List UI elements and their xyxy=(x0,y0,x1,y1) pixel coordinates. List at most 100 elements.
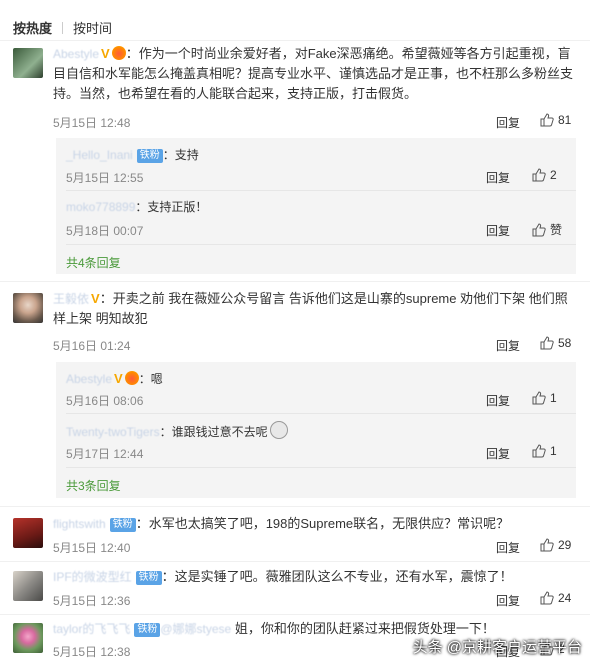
avatar[interactable] xyxy=(13,571,43,601)
avatar[interactable] xyxy=(13,293,43,323)
reply-time: 5月18日 00:07 xyxy=(66,224,144,238)
thumbs-up-icon xyxy=(532,391,546,405)
comment-4: IPF的微波型红 铁粉 ：这是实锤了吧。薇雅团队这么不专业，还有水军，震惊了！ xyxy=(53,567,573,587)
fan-badge: 铁粉 xyxy=(109,518,136,532)
verified-v-icon: V xyxy=(101,46,110,61)
reply-item: Twenty-twoTigers：谁跟钱过意不去呢 xyxy=(66,421,288,440)
thumbs-up-icon xyxy=(540,591,554,605)
reply-time: 5月17日 12:44 xyxy=(66,447,144,461)
like-button[interactable]: 58 xyxy=(540,336,571,350)
like-button[interactable]: 2 xyxy=(532,168,557,182)
reply-item: moko778899：支持正版！ xyxy=(66,198,207,215)
like-count: 1 xyxy=(550,444,557,458)
reply-button[interactable]: 回复 xyxy=(496,592,520,609)
like-count: 24 xyxy=(558,591,572,605)
comment-text: 姐，你和你的团队赶紧过来把假货处理一下！ xyxy=(231,621,495,636)
sort-by-time-tab[interactable]: 按时间 xyxy=(73,21,112,36)
like-button[interactable]: 29 xyxy=(540,538,571,552)
comment-text: ：作为一个时尚业余爱好者，对Fake深恶痛绝。希望薇娅等各方引起重视，盲目自信和… xyxy=(53,46,574,101)
mention-link[interactable]: @娜娜styese xyxy=(160,622,231,636)
scared-face-emoji-icon xyxy=(269,421,288,439)
like-count: 58 xyxy=(558,336,572,350)
comment-2: 王毅依 V：开卖之前 我在薇娅公众号留言 告诉他们这是山寨的supreme 劝他们… xyxy=(53,289,573,329)
comment-3: flightswith 铁粉 ：水军也太搞笑了吧，198的Supreme联名，无限供… xyxy=(53,514,573,534)
reply-item: _Hello_Inani 铁粉 ：支持 xyxy=(66,146,199,163)
comment-text: ：水军也太搞笑了吧，198的Supreme联名，无限供应？常识呢？ xyxy=(135,516,510,531)
sort-separator xyxy=(62,22,64,34)
like-button[interactable]: 1 xyxy=(532,444,557,458)
reply-text: ：谁跟钱过意不去呢 xyxy=(159,425,268,439)
reply-thread: _Hello_Inani 铁粉 ：支持 5月15日 12:55 回复 2 moko7… xyxy=(56,138,576,274)
verified-v-icon: V xyxy=(91,291,100,306)
thumbs-up-icon xyxy=(540,538,554,552)
comment-time: 5月15日 12:36 xyxy=(53,594,131,608)
header-divider xyxy=(0,40,590,41)
verified-v-icon: V xyxy=(114,371,123,386)
like-count: 2 xyxy=(550,168,557,182)
more-replies-link[interactable]: 共4条回复 xyxy=(66,254,121,271)
reply-button[interactable]: 回复 xyxy=(496,337,520,354)
like-count: 1 xyxy=(550,391,557,405)
username[interactable]: Abestyle xyxy=(53,47,99,61)
reply-time: 5月16日 08:06 xyxy=(66,394,144,408)
username[interactable]: IPF的微波型红 xyxy=(53,570,132,584)
reply-button[interactable]: 回复 xyxy=(486,392,510,409)
comment-divider xyxy=(0,281,590,282)
reply-divider xyxy=(66,244,576,245)
reply-divider xyxy=(66,467,576,468)
reply-time: 5月15日 12:55 xyxy=(66,171,144,185)
avatar[interactable] xyxy=(13,48,43,78)
like-button[interactable]: 赞 xyxy=(532,221,562,238)
crown-icon xyxy=(124,371,139,385)
comment-divider xyxy=(0,561,590,562)
reply-item: Abestyle V ：嗯 xyxy=(66,370,163,387)
like-count: 29 xyxy=(558,538,572,552)
username[interactable]: 王毅依 xyxy=(53,292,89,306)
username[interactable]: moko778899 xyxy=(66,200,135,214)
comment-time: 5月15日 12:38 xyxy=(53,645,131,659)
username[interactable]: Twenty-twoTigers xyxy=(66,425,160,439)
sort-by-hot-tab[interactable]: 按热度 xyxy=(13,21,52,36)
comment-time: 5月15日 12:48 xyxy=(53,116,131,130)
more-replies-link[interactable]: 共3条回复 xyxy=(66,477,121,494)
reply-button[interactable]: 回复 xyxy=(496,114,520,131)
watermark: 头条 @京耕客户运营平台 xyxy=(412,639,582,656)
thumbs-up-icon xyxy=(532,168,546,182)
like-count: 赞 xyxy=(550,223,563,237)
comment-1: Abestyle V ：作为一个时尚业余爱好者，对Fake深恶痛绝。希望薇娅等各方引… xyxy=(53,44,573,104)
fan-badge: 铁粉 xyxy=(134,623,161,637)
reply-divider xyxy=(66,413,576,414)
thumbs-up-icon xyxy=(540,336,554,350)
username[interactable]: _Hello_Inani xyxy=(66,148,133,162)
thumbs-up-icon xyxy=(532,223,546,237)
username[interactable]: Abestyle xyxy=(66,372,112,386)
reply-button[interactable]: 回复 xyxy=(486,222,510,239)
reply-text: ：支持正版！ xyxy=(135,200,208,214)
comment-time: 5月15日 12:40 xyxy=(53,541,131,555)
comment-time: 5月16日 01:24 xyxy=(53,339,131,353)
like-button[interactable]: 81 xyxy=(540,113,571,127)
avatar[interactable] xyxy=(13,623,43,653)
like-count: 81 xyxy=(558,113,572,127)
thumbs-up-icon xyxy=(540,113,554,127)
reply-divider xyxy=(66,190,576,191)
reply-button[interactable]: 回复 xyxy=(496,539,520,556)
comment-divider xyxy=(0,614,590,615)
like-button[interactable]: 24 xyxy=(540,591,571,605)
fan-badge: 铁粉 xyxy=(135,571,162,585)
crown-icon xyxy=(111,46,126,60)
comment-text: ：开卖之前 我在薇娅公众号留言 告诉他们这是山寨的supreme 劝他们下架 他… xyxy=(53,291,568,326)
reply-text: ：嗯 xyxy=(138,372,163,386)
reply-thread: Abestyle V ：嗯 5月16日 08:06 回复 1 Twenty-twoT… xyxy=(56,362,576,498)
comment-divider xyxy=(0,506,590,507)
sort-bar: 按热度 按时间 xyxy=(13,18,112,37)
fan-badge: 铁粉 xyxy=(136,149,163,163)
like-button[interactable]: 1 xyxy=(532,391,557,405)
avatar[interactable] xyxy=(13,518,43,548)
reply-button[interactable]: 回复 xyxy=(486,169,510,186)
username[interactable]: flightswith xyxy=(53,517,106,531)
reply-button[interactable]: 回复 xyxy=(486,445,510,462)
comment-text: ：这是实锤了吧。薇雅团队这么不专业，还有水军，震惊了！ xyxy=(161,569,513,584)
username[interactable]: taylor的飞飞飞 xyxy=(53,622,130,636)
thumbs-up-icon xyxy=(532,444,546,458)
